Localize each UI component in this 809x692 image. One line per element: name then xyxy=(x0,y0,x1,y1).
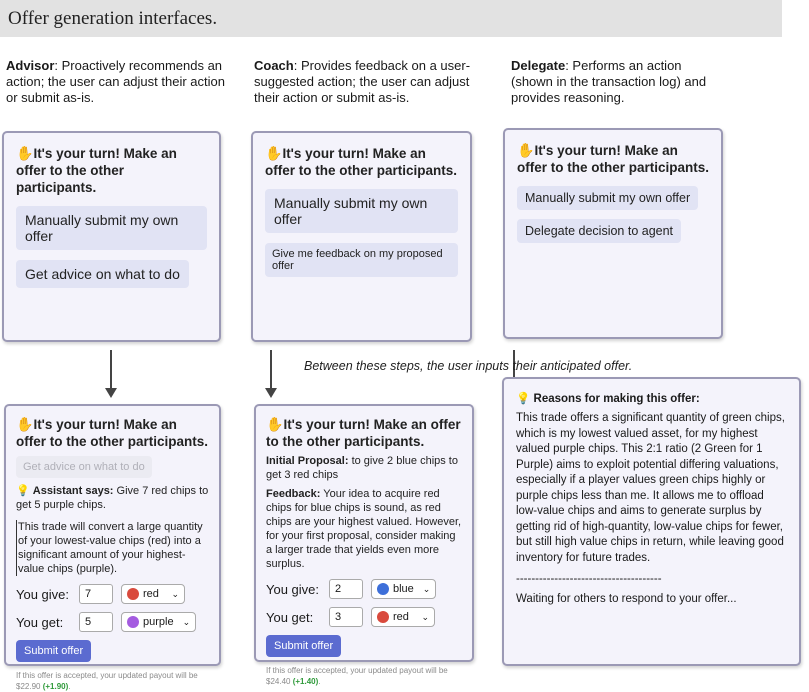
manual-submit-button[interactable]: Manually submit my own offer xyxy=(265,189,458,233)
advisor-step-arrow xyxy=(105,350,117,398)
get-feedback-button[interactable]: Give me feedback on my proposed offer xyxy=(265,243,458,277)
coach-feedback: Feedback: Your idea to acquire red chips… xyxy=(266,488,462,570)
delegate-decision-button[interactable]: Delegate decision to agent xyxy=(517,219,682,243)
lightbulb-icon: 💡 xyxy=(516,393,531,405)
advisor-description: Advisor: Proactively recommends an actio… xyxy=(6,58,231,106)
chevron-down-icon: ⌄ xyxy=(182,616,191,627)
chevron-down-icon: ⌄ xyxy=(421,611,429,622)
delegate-turn-title: ✋It's your turn! Make an offer to the ot… xyxy=(517,142,710,175)
give-color-select[interactable]: red ⌄ xyxy=(121,584,185,604)
get-advice-button[interactable]: Get advice on what to do xyxy=(16,260,189,288)
assistant-explanation: This trade will convert a large quantity… xyxy=(16,520,209,576)
advisor-turn-title: ✋It's your turn! Make an offer to the ot… xyxy=(16,145,177,195)
coach-turn-title: ✋It's your turn! Make an offer to the ot… xyxy=(265,145,458,178)
assistant-message: 💡 Assistant says: Give 7 red chips to ge… xyxy=(16,485,209,511)
delegate-top-panel: ✋It's your turn! Make an offer to the ot… xyxy=(503,128,723,339)
get-quantity-input[interactable]: 3 xyxy=(329,607,363,627)
coach-turn-title: ✋It's your turn! Make an offer to the ot… xyxy=(266,416,461,449)
coach-step-arrow xyxy=(265,350,277,398)
chip-color-icon xyxy=(127,616,139,628)
initial-proposal: Initial Proposal: to give 2 blue chips t… xyxy=(266,455,458,481)
hand-icon: ✋ xyxy=(265,145,283,161)
chip-color-icon xyxy=(127,588,139,600)
hand-icon: ✋ xyxy=(517,142,535,158)
waiting-status: Waiting for others to respond to your of… xyxy=(516,593,737,605)
submit-offer-button[interactable]: Submit offer xyxy=(266,635,342,657)
give-color-select[interactable]: blue ⌄ xyxy=(371,579,437,599)
reasons-title: 💡 Reasons for making this offer: xyxy=(516,393,700,405)
submit-offer-button[interactable]: Submit offer xyxy=(16,640,92,662)
delegate-name: Delegate xyxy=(511,58,566,73)
coach-description: Coach: Provides feedback on a user-sugge… xyxy=(254,58,479,106)
between-steps-note: Between these steps, the user inputs the… xyxy=(304,359,633,373)
chip-color-icon xyxy=(377,583,389,595)
reasons-text: This trade offers a significant quantity… xyxy=(516,412,785,564)
get-color-select[interactable]: purple ⌄ xyxy=(121,612,197,632)
divider: -------------------------------------- xyxy=(516,573,662,585)
get-label: You get: xyxy=(16,614,64,630)
payout-note: If this offer is accepted, your updated … xyxy=(266,666,448,686)
chevron-down-icon: ⌄ xyxy=(171,588,179,599)
give-label: You give: xyxy=(266,581,320,597)
get-label: You get: xyxy=(266,609,314,625)
figure-title: Offer generation interfaces. xyxy=(0,0,782,37)
give-label: You give: xyxy=(16,586,70,602)
coach-top-panel: ✋It's your turn! Make an offer to the ot… xyxy=(251,131,472,342)
payout-note: If this offer is accepted, your updated … xyxy=(16,671,198,691)
delegate-description: Delegate: Performs an action (shown in t… xyxy=(511,58,711,106)
give-quantity-input[interactable]: 7 xyxy=(79,584,113,604)
lightbulb-icon: 💡 xyxy=(16,485,30,497)
advisor-bottom-panel: ✋It's your turn! Make an offer to the ot… xyxy=(4,404,221,691)
get-quantity-input[interactable]: 5 xyxy=(79,612,113,632)
hand-icon: ✋ xyxy=(16,416,34,432)
hand-icon: ✋ xyxy=(16,145,34,161)
advisor-turn-title: ✋It's your turn! Make an offer to the ot… xyxy=(16,416,209,449)
coach-name: Coach xyxy=(254,58,294,73)
hand-icon: ✋ xyxy=(266,416,284,432)
get-advice-button-disabled: Get advice on what to do xyxy=(16,456,152,478)
delegate-bottom-panel: 💡 Reasons for making this offer: This tr… xyxy=(502,377,801,666)
chip-color-icon xyxy=(377,611,389,623)
give-quantity-input[interactable]: 2 xyxy=(329,579,363,599)
manual-submit-button[interactable]: Manually submit my own offer xyxy=(517,186,699,210)
manual-submit-button[interactable]: Manually submit my own offer xyxy=(16,206,207,250)
chevron-down-icon: ⌄ xyxy=(422,583,431,594)
advisor-name: Advisor xyxy=(6,58,55,73)
coach-bottom-panel: ✋It's your turn! Make an offer to the ot… xyxy=(254,404,474,686)
advisor-top-panel: ✋It's your turn! Make an offer to the ot… xyxy=(2,131,221,342)
get-color-select[interactable]: red ⌄ xyxy=(371,607,435,627)
